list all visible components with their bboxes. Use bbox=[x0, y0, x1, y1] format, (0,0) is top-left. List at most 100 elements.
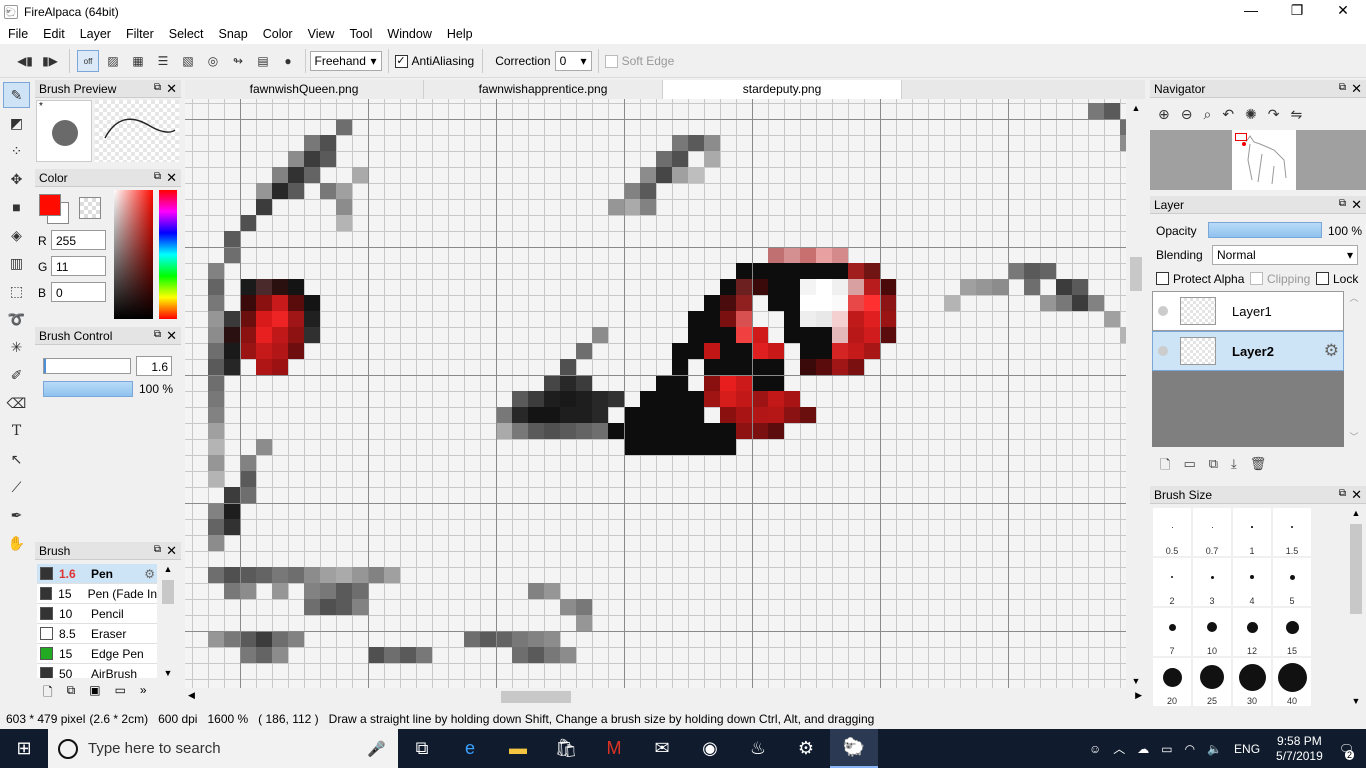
taskbar-search-box[interactable]: Type here to search 🎤 bbox=[48, 729, 398, 768]
brush-list-item[interactable]: 15 Pen (Fade In bbox=[37, 584, 157, 604]
steam-icon[interactable]: ♨ bbox=[734, 729, 782, 768]
rotate-right-icon[interactable]: ↷ bbox=[1268, 106, 1280, 123]
protect-alpha-checkbox[interactable] bbox=[1156, 272, 1169, 285]
battery-icon[interactable]: ▭ bbox=[1161, 742, 1172, 756]
zoom-fit-icon[interactable]: ⌕ bbox=[1203, 106, 1211, 123]
brush-settings-icon[interactable]: ▣ bbox=[89, 683, 100, 704]
select-pen-tool-icon[interactable]: ✐ bbox=[3, 362, 30, 388]
scroll-up-icon[interactable]: ▲ bbox=[1127, 103, 1145, 113]
snap-dot-icon[interactable]: ● bbox=[277, 50, 299, 72]
close-button[interactable]: ✕ bbox=[1320, 0, 1366, 23]
gradient-tool-icon[interactable]: ▥ bbox=[3, 250, 30, 276]
duplicate-layer-icon[interactable]: ⧉ bbox=[1209, 456, 1218, 478]
close-icon[interactable]: ✕ bbox=[1351, 487, 1362, 503]
menu-tool[interactable]: Tool bbox=[341, 27, 379, 41]
drawing-canvas[interactable] bbox=[185, 99, 1126, 688]
operation-tool-icon[interactable]: ↖ bbox=[3, 446, 30, 472]
brush-size-option[interactable]: 5 bbox=[1273, 558, 1311, 606]
edge-browser-icon[interactable]: e bbox=[446, 729, 494, 768]
dot-tool-icon[interactable]: ⁘ bbox=[3, 138, 30, 164]
magic-wand-tool-icon[interactable]: ✳ bbox=[3, 334, 30, 360]
select-tool-icon[interactable]: ⬚ bbox=[3, 278, 30, 304]
dock-icon[interactable]: ⧉ bbox=[154, 544, 161, 555]
canvas-horizontal-scrollbar[interactable]: ◀ ▶ bbox=[185, 688, 1145, 706]
people-icon[interactable]: ☺ bbox=[1089, 742, 1101, 756]
reset-rotation-icon[interactable]: ✺ bbox=[1245, 106, 1257, 123]
menu-snap[interactable]: Snap bbox=[211, 27, 255, 41]
transparent-color-swatch[interactable] bbox=[79, 197, 101, 219]
snap-parallel-icon[interactable]: ▨ bbox=[102, 50, 124, 72]
windows-start-icon[interactable]: ⊞ bbox=[0, 729, 48, 768]
brush-settings-gear-icon[interactable]: ⚙ bbox=[144, 567, 155, 581]
brush-list-scrollbar[interactable]: ▲ ▼ bbox=[160, 564, 176, 678]
clipping-checkbox[interactable] bbox=[1250, 272, 1263, 285]
blending-select[interactable]: Normal ▾ bbox=[1212, 245, 1358, 265]
file-explorer-icon[interactable]: ▬ bbox=[494, 729, 542, 768]
brush-size-option[interactable]: 3 bbox=[1193, 558, 1231, 606]
eyedropper-tool-icon[interactable]: ✒ bbox=[3, 502, 30, 528]
menu-window[interactable]: Window bbox=[379, 27, 438, 41]
stroke-mode-select[interactable]: Freehand ▾ bbox=[309, 51, 382, 71]
correction-select[interactable]: 0 ▾ bbox=[554, 51, 592, 71]
menu-color[interactable]: Color bbox=[255, 27, 300, 41]
tab-fawnwishqueen[interactable]: fawnwishQueen.png bbox=[185, 80, 424, 99]
restore-button[interactable]: ❐ bbox=[1274, 0, 1320, 23]
canvas-vertical-scrollbar[interactable]: ▲ ▼ bbox=[1127, 99, 1145, 688]
brush-size-option[interactable]: 40 bbox=[1273, 658, 1311, 706]
firealpaca-taskbar-icon[interactable]: 🐑 bbox=[830, 729, 878, 768]
move-tool-icon[interactable]: ✥ bbox=[3, 166, 30, 192]
brush-size-option[interactable]: 12 bbox=[1233, 608, 1271, 656]
brush-size-option[interactable]: 30 bbox=[1233, 658, 1271, 706]
layer-visibility-icon[interactable] bbox=[1158, 306, 1168, 316]
layer-row-layer2[interactable]: Layer2 ⚙ bbox=[1152, 331, 1344, 371]
menu-edit[interactable]: Edit bbox=[35, 27, 72, 41]
brush-size-option[interactable]: 15 bbox=[1273, 608, 1311, 656]
select-eraser-tool-icon[interactable]: ⌫ bbox=[3, 390, 30, 416]
rotate-left-icon[interactable]: ↶ bbox=[1222, 106, 1234, 123]
layer-list-scrollbar[interactable]: ︿ ﹀ bbox=[1344, 291, 1364, 447]
menu-filter[interactable]: Filter bbox=[118, 27, 161, 41]
brush-size-option[interactable]: 0.7 bbox=[1193, 508, 1231, 556]
close-icon[interactable]: ✕ bbox=[166, 170, 177, 186]
divide-tool-icon[interactable]: ⟋ bbox=[3, 474, 30, 500]
microsoft-store-icon[interactable]: 🛍 bbox=[542, 729, 590, 768]
brush-size-option[interactable]: 1 bbox=[1233, 508, 1271, 556]
dock-icon[interactable]: ⧉ bbox=[154, 171, 161, 182]
volume-icon[interactable]: 🔈 bbox=[1207, 742, 1222, 756]
menu-layer[interactable]: Layer bbox=[72, 27, 118, 41]
saturation-value-picker[interactable] bbox=[114, 190, 153, 319]
snap-curve-icon[interactable]: ↬ bbox=[227, 50, 249, 72]
hand-tool-icon[interactable]: ✋ bbox=[3, 530, 30, 556]
settings-gear-icon[interactable]: ⚙ bbox=[782, 729, 830, 768]
snap-diagonal-icon[interactable]: ▧ bbox=[177, 50, 199, 72]
onedrive-cloud-icon[interactable]: ☁ bbox=[1137, 742, 1149, 756]
brush-size-slider[interactable] bbox=[43, 358, 131, 374]
dock-icon[interactable]: ⧉ bbox=[1339, 198, 1346, 209]
layer-opacity-slider[interactable] bbox=[1208, 222, 1322, 238]
brush-folder-icon[interactable]: ▭ bbox=[115, 683, 126, 704]
language-indicator[interactable]: ENG bbox=[1234, 742, 1260, 756]
menu-file[interactable]: File bbox=[0, 27, 35, 41]
brush-list-item[interactable]: 50 AirBrush bbox=[37, 664, 157, 678]
close-icon[interactable]: ✕ bbox=[166, 81, 177, 97]
task-view-icon[interactable]: ⧉ bbox=[398, 729, 446, 768]
close-icon[interactable]: ✕ bbox=[166, 328, 177, 344]
chrome-icon[interactable]: ◉ bbox=[686, 729, 734, 768]
dock-icon[interactable]: ⧉ bbox=[154, 82, 161, 93]
snap-circle-icon[interactable]: ◎ bbox=[202, 50, 224, 72]
brush-size-option[interactable]: 4 bbox=[1233, 558, 1271, 606]
b-input[interactable]: 0 bbox=[51, 282, 106, 302]
close-icon[interactable]: ✕ bbox=[1351, 197, 1362, 213]
layer-visibility-icon[interactable] bbox=[1158, 346, 1168, 356]
snap-off-button[interactable]: off bbox=[77, 50, 99, 72]
new-folder-icon[interactable]: ▭ bbox=[1183, 456, 1195, 478]
dock-icon[interactable]: ⧉ bbox=[154, 329, 161, 340]
lasso-tool-icon[interactable]: ➰ bbox=[3, 306, 30, 332]
menu-view[interactable]: View bbox=[300, 27, 342, 41]
flip-horizontal-icon[interactable]: ⇋ bbox=[1291, 106, 1303, 123]
soft-edge-checkbox[interactable] bbox=[604, 54, 618, 68]
r-input[interactable]: 255 bbox=[51, 230, 106, 250]
snap-grid-icon[interactable]: ▦ bbox=[127, 50, 149, 72]
dock-icon[interactable]: ⧉ bbox=[1339, 82, 1346, 93]
minimize-button[interactable]: — bbox=[1228, 0, 1274, 23]
